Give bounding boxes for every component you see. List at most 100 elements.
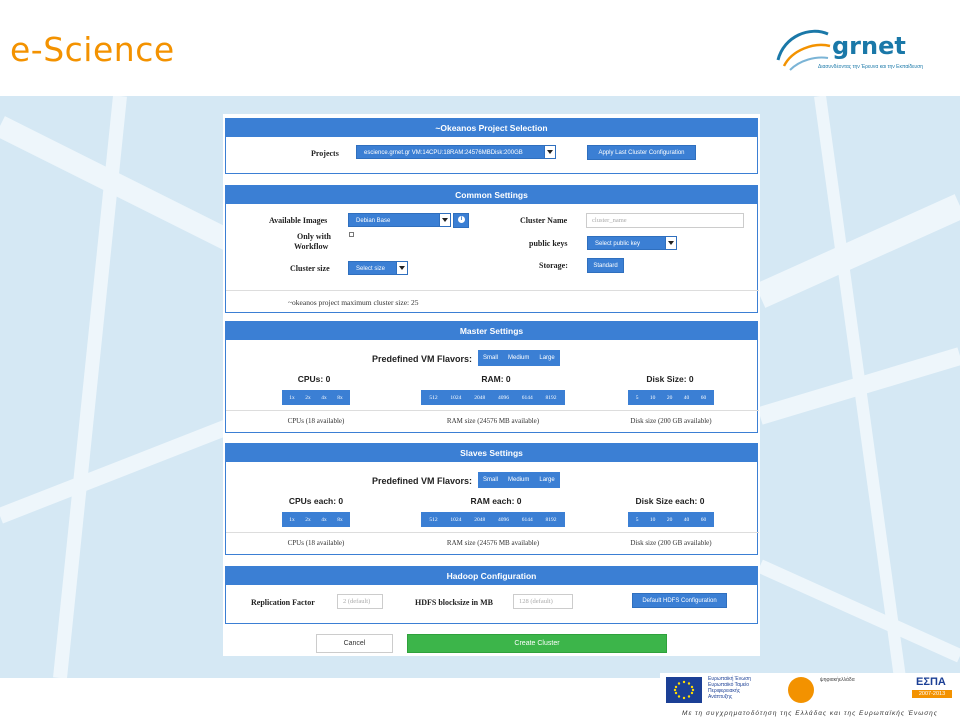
eu-stars-icon xyxy=(673,680,695,700)
master-disk-option[interactable]: 5 xyxy=(636,395,639,401)
slaves-cpu-option[interactable]: 8x xyxy=(337,517,343,523)
logo-text: grnet xyxy=(832,32,906,60)
slaves-ram-option[interactable]: 8192 xyxy=(546,517,557,523)
slaves-ram-option[interactable]: 2048 xyxy=(474,517,485,523)
master-disk-option[interactable]: 60 xyxy=(701,395,707,401)
master-disk-option[interactable]: 10 xyxy=(650,395,656,401)
slide-title: e-Science xyxy=(10,30,175,69)
espa-years: 2007-2013 xyxy=(912,690,952,698)
okeanos-project-panel: ~Okeanos Project Selection Projects esci… xyxy=(225,118,758,174)
storage-standard-button[interactable]: Standard xyxy=(587,258,624,273)
master-flavor-small[interactable]: Small xyxy=(478,350,503,366)
master-ram-option[interactable]: 8192 xyxy=(546,395,557,401)
master-settings-panel: Master Settings Predefined VM Flavors: S… xyxy=(225,321,759,433)
slaves-flavor-medium[interactable]: Medium xyxy=(503,472,534,488)
slaves-cpu-option[interactable]: 2x xyxy=(305,517,311,523)
cluster-name-placeholder: cluster_name xyxy=(592,217,627,224)
slaves-cpus-available: CPUs (18 available) xyxy=(287,539,345,547)
master-ram-heading: RAM: 0 xyxy=(481,374,511,384)
master-disk-heading: Disk Size: 0 xyxy=(646,374,694,384)
info-icon[interactable] xyxy=(453,213,469,228)
cluster-size-select[interactable]: Select size xyxy=(348,261,408,275)
master-disk-options: 5 10 20 40 60 xyxy=(628,390,714,405)
slaves-flavor-large[interactable]: Large xyxy=(534,472,559,488)
public-keys-value: Select public key xyxy=(595,241,641,247)
master-ram-options: 512 1024 2048 4096 6144 8192 xyxy=(421,390,565,405)
default-hdfs-configuration-button[interactable]: Default HDFS Configuration xyxy=(632,593,727,608)
available-images-select[interactable]: Debian Base xyxy=(348,213,451,227)
master-disk-option[interactable]: 20 xyxy=(667,395,673,401)
projects-select-value: escience.grnet.gr VM:14CPU:18RAM:24576MB… xyxy=(364,150,523,156)
projects-select[interactable]: escience.grnet.gr VM:14CPU:18RAM:24576MB… xyxy=(356,145,556,159)
chevron-down-icon xyxy=(665,237,676,249)
common-settings-header: Common Settings xyxy=(226,186,757,204)
master-cpu-options: 1x 2x 4x 8x xyxy=(282,390,350,405)
slaves-disk-heading: Disk Size each: 0 xyxy=(635,496,705,506)
grnet-logo: grnet Διασυνδέοντας την Έρευνα και την Ε… xyxy=(770,20,950,76)
master-ram-option[interactable]: 6144 xyxy=(522,395,533,401)
slaves-ram-heading: RAM each: 0 xyxy=(470,496,522,506)
slaves-disk-option[interactable]: 5 xyxy=(636,517,639,523)
divider xyxy=(226,532,759,533)
slaves-disk-option[interactable]: 20 xyxy=(667,517,673,523)
slide: e-Science grnet Διασυνδέοντας την Έρευνα… xyxy=(0,0,960,720)
master-cpus-available: CPUs (18 available) xyxy=(287,417,345,425)
hdfs-blocksize-input[interactable]: 128 (default) xyxy=(513,594,573,609)
apply-last-configuration-button[interactable]: Apply Last Cluster Configuration xyxy=(587,145,696,160)
create-cluster-button[interactable]: Create Cluster xyxy=(407,634,667,653)
slaves-disk-option[interactable]: 40 xyxy=(684,517,690,523)
cluster-name-label: Cluster Name xyxy=(520,216,568,225)
hadoop-configuration-panel: Hadoop Configuration Replication Factor … xyxy=(225,566,758,624)
footer-logos: Ευρωπαϊκή Ένωση Ευρωπαϊκό Ταμείο Περιφερ… xyxy=(660,673,960,710)
slaves-ram-available: RAM size (24576 MB available) xyxy=(446,539,540,547)
master-settings-header: Master Settings xyxy=(226,322,757,340)
master-cpu-option[interactable]: 8x xyxy=(337,395,343,401)
master-ram-option[interactable]: 512 xyxy=(429,395,437,401)
master-ram-available: RAM size (24576 MB available) xyxy=(446,417,540,425)
master-cpu-option[interactable]: 4x xyxy=(321,395,327,401)
slaves-cpu-options: 1x 2x 4x 8x xyxy=(282,512,350,527)
slaves-ram-option[interactable]: 1024 xyxy=(450,517,461,523)
slaves-disk-option[interactable]: 10 xyxy=(650,517,656,523)
master-cpu-option[interactable]: 1x xyxy=(289,395,295,401)
divider xyxy=(226,290,759,291)
replication-factor-input[interactable]: 2 (default) xyxy=(337,594,383,609)
only-with-workflow-checkbox[interactable] xyxy=(349,232,354,237)
slaves-disk-option[interactable]: 60 xyxy=(701,517,707,523)
hdfs-blocksize-label: HDFS blocksize in MB xyxy=(415,598,494,607)
eu-flag-icon xyxy=(666,677,702,703)
digital-greece-icon xyxy=(788,677,814,703)
master-ram-option[interactable]: 2048 xyxy=(474,395,485,401)
public-keys-select[interactable]: Select public key xyxy=(587,236,677,250)
chevron-down-icon xyxy=(439,214,450,226)
hadoop-configuration-header: Hadoop Configuration xyxy=(226,567,757,585)
available-images-label: Available Images xyxy=(269,216,328,225)
slaves-flavors-label: Predefined VM Flavors: xyxy=(372,476,473,486)
cluster-name-input[interactable]: cluster_name xyxy=(586,213,744,228)
master-flavor-medium[interactable]: Medium xyxy=(503,350,534,366)
common-settings-panel: Common Settings Available Images Debian … xyxy=(225,185,759,313)
slaves-ram-option[interactable]: 4096 xyxy=(498,517,509,523)
replication-factor-label: Replication Factor xyxy=(251,598,315,607)
master-ram-option[interactable]: 1024 xyxy=(450,395,461,401)
cluster-size-label: Cluster size xyxy=(290,264,330,273)
public-keys-label: public keys xyxy=(529,239,568,248)
okeanos-project-header: ~Okeanos Project Selection xyxy=(226,119,757,137)
master-flavor-large[interactable]: Large xyxy=(534,350,559,366)
master-ram-option[interactable]: 4096 xyxy=(498,395,509,401)
cluster-form: ~Okeanos Project Selection Projects esci… xyxy=(223,114,760,656)
replication-factor-placeholder: 2 (default) xyxy=(343,598,371,605)
divider xyxy=(226,410,759,411)
master-flavors-label: Predefined VM Flavors: xyxy=(372,354,473,364)
slaves-ram-option[interactable]: 6144 xyxy=(522,517,533,523)
master-disk-option[interactable]: 40 xyxy=(684,395,690,401)
espa-logo: ΕΣΠΑ 2007-2013 xyxy=(908,676,956,706)
slaves-ram-option[interactable]: 512 xyxy=(429,517,437,523)
slaves-flavor-small[interactable]: Small xyxy=(478,472,503,488)
slaves-cpu-option[interactable]: 1x xyxy=(289,517,295,523)
master-cpu-option[interactable]: 2x xyxy=(305,395,311,401)
cancel-button[interactable]: Cancel xyxy=(316,634,393,653)
slaves-disk-options: 5 10 20 40 60 xyxy=(628,512,714,527)
slaves-cpu-option[interactable]: 4x xyxy=(321,517,327,523)
master-flavor-group: Small Medium Large xyxy=(478,350,560,366)
